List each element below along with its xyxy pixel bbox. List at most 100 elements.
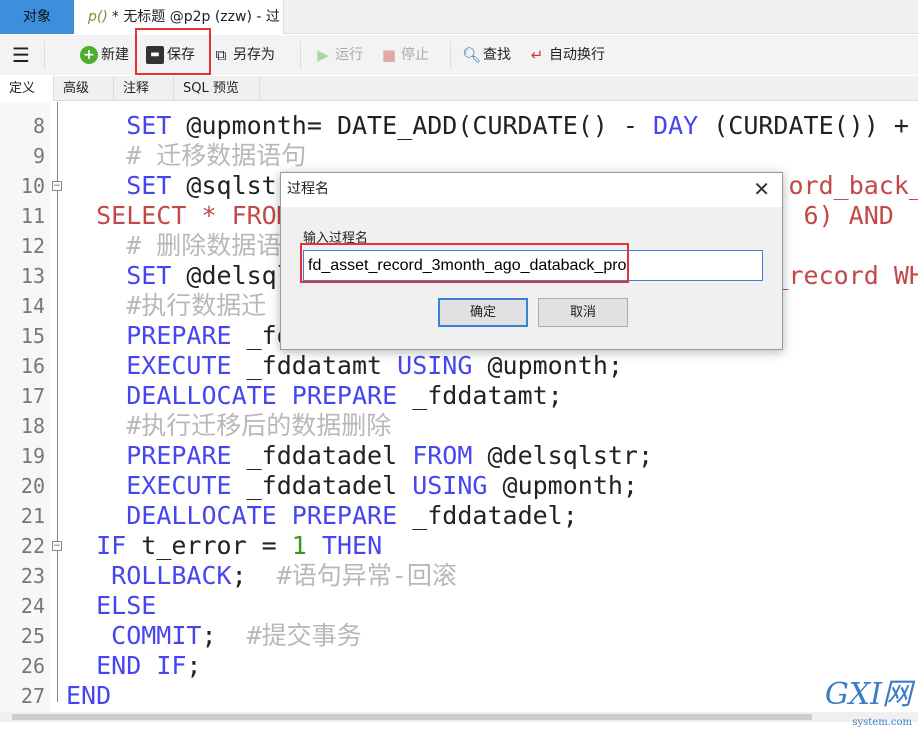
code-token-kw: DEALLOCATE PREPARE (126, 381, 397, 410)
line-number: 16 (0, 351, 45, 381)
divider (44, 41, 45, 69)
save-as-icon: ⧉ (212, 46, 230, 64)
code-text: ROLLBACK; #语句异常-回滚 (66, 561, 457, 591)
cancel-button[interactable]: 取消 (538, 298, 628, 327)
line-number: 9 (0, 141, 45, 171)
stop-label: 停止 (401, 43, 429, 67)
code-token-kw: EXECUTE (126, 351, 231, 380)
find-label: 查找 (483, 43, 511, 67)
procedure-name-label: 输入过程名 (303, 227, 368, 246)
line-number: 20 (0, 471, 45, 501)
code-token-fn: @sqlstr (171, 171, 291, 200)
code-token-tx (66, 261, 126, 290)
code-token-kw: ROLLBACK (111, 561, 231, 590)
code-token-tx (66, 381, 126, 410)
line-number: 14 (0, 291, 45, 321)
code-token-kw: USING (412, 471, 487, 500)
code-line[interactable]: 16 EXECUTE _fddatamt USING @upmonth; (0, 351, 918, 381)
stop-button[interactable]: ■停止 (380, 43, 429, 67)
procedure-name-input[interactable] (303, 250, 763, 281)
close-icon[interactable]: ✕ (753, 173, 770, 205)
code-token-tx (66, 591, 96, 620)
line-number: 13 (0, 261, 45, 291)
code-token-kw: ELSE (96, 591, 156, 620)
fold-toggle-icon[interactable]: − (52, 541, 62, 551)
menu-button[interactable]: ☰ (12, 43, 30, 67)
code-text: END (66, 681, 111, 711)
code-token-cm: # 删除数据语句 (66, 231, 306, 260)
code-token-tx (66, 531, 96, 560)
code-line[interactable]: 9 # 迁移数据语句 (0, 141, 918, 171)
code-line[interactable]: 23 ROLLBACK; #语句异常-回滚 (0, 561, 918, 591)
code-token-kw: USING (397, 351, 472, 380)
code-token-fn: _fddatadel (232, 471, 413, 500)
code-token-kw: SET (126, 171, 171, 200)
line-number: 17 (0, 381, 45, 411)
watermark-logo: GXI网system.com (825, 680, 912, 710)
code-text: IF t_error = 1 THEN (66, 531, 382, 561)
code-token-fn: _fddatadel (232, 441, 413, 470)
code-line[interactable]: 18 #执行迁移后的数据删除 (0, 411, 918, 441)
code-token-str: SELECT * FROM (66, 201, 292, 230)
code-line[interactable]: 22− IF t_error = 1 THEN (0, 531, 918, 561)
procedure-name-dialog: 过程名 ✕ 输入过程名 确定 取消 (280, 172, 783, 350)
subtab-comment[interactable]: 注释 (114, 76, 174, 101)
code-token-fn: @delsqlstr; (472, 441, 653, 470)
code-token-tx (66, 501, 126, 530)
line-number: 18 (0, 411, 45, 441)
subtab-sql-preview[interactable]: SQL 预览 (174, 76, 260, 101)
add-icon: + (80, 46, 98, 64)
save-as-button[interactable]: ⧉另存为 (212, 43, 275, 67)
code-token-tx (66, 621, 111, 650)
line-number: 11 (0, 201, 45, 231)
line-number: 12 (0, 231, 45, 261)
procedure-icon: p() (88, 9, 108, 25)
save-highlight-box (135, 28, 211, 75)
code-token-tx (66, 561, 111, 590)
code-line[interactable]: 8 SET @upmonth= DATE_ADD(CURDATE() - DAY… (0, 111, 918, 141)
code-token-fn: _fddatadel; (397, 501, 578, 530)
subtab-advanced[interactable]: 高级 (54, 76, 114, 101)
code-token-tx (66, 441, 126, 470)
new-button[interactable]: +新建 (80, 43, 129, 67)
code-line[interactable]: 21 DEALLOCATE PREPARE _fddatadel; (0, 501, 918, 531)
tab-objects[interactable]: 对象 (0, 0, 74, 34)
fold-toggle-icon[interactable]: − (52, 181, 62, 191)
ok-button[interactable]: 确定 (438, 298, 528, 327)
code-line[interactable]: 26 END IF; (0, 651, 918, 681)
code-text: # 删除数据语句 (66, 231, 306, 261)
line-number: 15 (0, 321, 45, 351)
find-button[interactable]: 🔍︎查找 (462, 43, 511, 67)
code-token-fn: t_error = (126, 531, 292, 560)
code-line[interactable]: 24 ELSE (0, 591, 918, 621)
hamburger-icon: ☰ (12, 46, 30, 64)
scrollbar-thumb[interactable] (12, 714, 812, 720)
code-token-cm: # 迁移数据语句 (66, 141, 306, 170)
code-token-tx (66, 471, 126, 500)
code-line[interactable]: 27 END (0, 681, 918, 711)
line-number: 8 (0, 111, 45, 141)
subtab-definition[interactable]: 定义 (0, 76, 54, 101)
code-token-fn: @upmonth= DATE_ADD(CURDATE() - (171, 111, 653, 140)
line-number: 22 (0, 531, 45, 561)
line-number: 10 (0, 171, 45, 201)
code-text: DEALLOCATE PREPARE _fddatadel; (66, 501, 578, 531)
code-token-tx (66, 651, 96, 680)
run-button[interactable]: ▶运行 (314, 43, 363, 67)
line-number: 27 (0, 681, 45, 711)
code-line[interactable]: 19 PREPARE _fddatadel FROM @delsqlstr; (0, 441, 918, 471)
play-icon: ▶ (314, 46, 332, 64)
code-text: PREPARE _fddatadel FROM @delsqlstr; (66, 441, 653, 471)
code-token-cm: #执行数据迁 (66, 291, 266, 320)
code-text: EXECUTE _fddatadel USING @upmonth; (66, 471, 638, 501)
code-text: # 迁移数据语句 (66, 141, 306, 171)
code-token-num: 1 (292, 531, 307, 560)
word-wrap-button[interactable]: ↵自动换行 (528, 43, 605, 67)
code-line[interactable]: 25 COMMIT; #提交事务 (0, 621, 918, 651)
code-line[interactable]: 17 DEALLOCATE PREPARE _fddatamt; (0, 381, 918, 411)
line-number: 26 (0, 651, 45, 681)
code-line[interactable]: 20 EXECUTE _fddatadel USING @upmonth; (0, 471, 918, 501)
code-token-str: ord_back_ (789, 171, 918, 200)
code-token-kw: END (66, 681, 111, 710)
dialog-title: 过程名 (281, 173, 782, 207)
